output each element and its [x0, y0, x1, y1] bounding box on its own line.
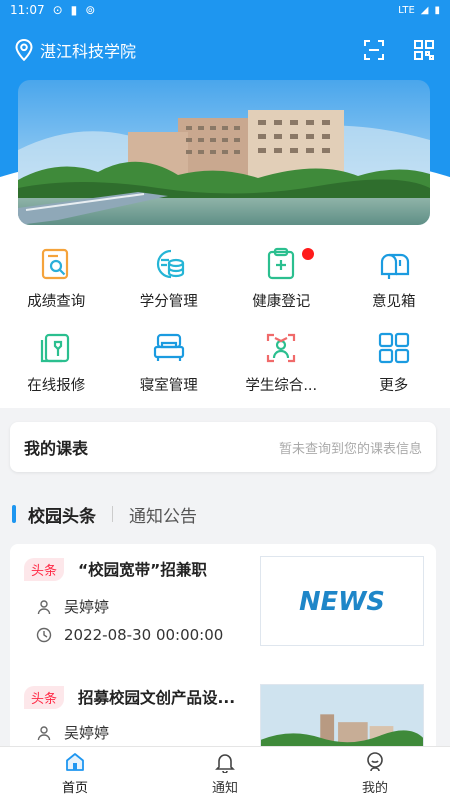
active-tab-indicator — [12, 505, 16, 523]
menu-online-repair[interactable]: 在线报修 — [0, 324, 113, 408]
news-item[interactable]: 头条 “校园宽带”招兼职 吴婷婷 2022-08-30 00:00:00 NEW… — [10, 544, 436, 674]
sync-icon: ⊚ — [85, 3, 96, 17]
nav-label: 首页 — [61, 781, 88, 796]
quick-menu: 成绩查询 学分管理 健康登记 意见箱 在线报修 寝室管理 学生综合... 更多 — [0, 240, 450, 408]
menu-more[interactable]: 更多 — [338, 324, 450, 408]
news-thumbnail: NEWS — [260, 556, 424, 646]
news-author-row: 吴婷婷 — [36, 722, 109, 743]
nav-profile[interactable]: 我的 — [300, 747, 450, 800]
person-icon — [37, 599, 51, 614]
qrcode-icon[interactable] — [412, 38, 436, 62]
menu-label: 意见箱 — [372, 294, 416, 310]
menu-label: 成绩查询 — [27, 294, 86, 310]
news-thumb-text: NEWS — [299, 587, 385, 617]
schedule-title: 我的课表 — [24, 439, 89, 458]
battery-icon: ▮ — [434, 4, 440, 16]
news-author: 吴婷婷 — [64, 724, 110, 742]
grade-search-icon — [42, 248, 69, 280]
news-time-row: 2022-08-30 00:00:00 — [36, 626, 223, 644]
clock-icon — [36, 627, 52, 643]
menu-student-comprehensive[interactable]: 学生综合... — [225, 324, 338, 408]
person-icon — [37, 725, 51, 740]
network-type: LTE — [398, 4, 415, 16]
menu-suggestion-box[interactable]: 意见箱 — [338, 240, 450, 324]
home-icon — [66, 753, 84, 771]
status-bar: 11:07 ⊙ ▮ ⊚ LTE ◢ ▮ — [0, 0, 450, 20]
menu-label: 健康登记 — [252, 294, 311, 310]
campus-banner-image[interactable] — [18, 80, 430, 225]
tab-campus-headlines[interactable]: 校园头条 — [28, 502, 96, 527]
news-time: 2022-08-30 00:00:00 — [64, 626, 224, 644]
student-face-icon — [267, 333, 296, 363]
menu-credit-management[interactable]: 学分管理 — [113, 240, 226, 324]
menu-health-register[interactable]: 健康登记 — [225, 240, 338, 324]
menu-grade-query[interactable]: 成绩查询 — [0, 240, 113, 324]
nav-label: 通知 — [211, 781, 238, 796]
nav-label: 我的 — [361, 781, 388, 796]
news-item[interactable]: 头条 招募校园文创产品设... 吴婷婷 — [10, 672, 436, 748]
bottom-navigation: 首页 通知 我的 — [0, 746, 450, 800]
menu-label: 学生综合... — [245, 378, 318, 394]
app-header: 湛江科技学院 — [0, 30, 450, 70]
menu-label: 学分管理 — [139, 294, 198, 310]
scan-icon[interactable] — [362, 38, 386, 62]
menu-label: 更多 — [379, 378, 409, 394]
location-status-icon: ⊙ — [52, 3, 63, 17]
bed-icon — [153, 333, 184, 361]
headline-tag: 头条 — [24, 558, 65, 581]
nav-notifications[interactable]: 通知 — [150, 747, 300, 800]
repair-icon — [41, 333, 70, 363]
news-thumbnail — [260, 684, 424, 748]
tab-divider — [112, 506, 113, 522]
news-tabs: 校园头条 通知公告 — [0, 492, 450, 536]
credit-coins-icon — [156, 249, 184, 279]
news-list: 头条 “校园宽带”招兼职 吴婷婷 2022-08-30 00:00:00 NEW… — [10, 544, 436, 748]
notification-dot — [302, 248, 314, 260]
headline-tag: 头条 — [24, 686, 65, 709]
bell-icon — [215, 754, 235, 773]
location-icon[interactable] — [14, 38, 34, 62]
school-name[interactable]: 湛江科技学院 — [40, 38, 136, 62]
news-title: “校园宽带”招兼职 — [78, 561, 207, 579]
menu-label: 寝室管理 — [139, 378, 198, 394]
my-schedule-card[interactable]: 我的课表 暂未查询到您的课表信息 — [10, 422, 436, 472]
tab-notices[interactable]: 通知公告 — [129, 502, 197, 527]
mailbox-icon — [380, 253, 409, 279]
news-title: 招募校园文创产品设... — [78, 689, 236, 707]
menu-label: 在线报修 — [27, 378, 86, 394]
profile-icon — [367, 752, 383, 772]
menu-dormitory-management[interactable]: 寝室管理 — [113, 324, 226, 408]
news-author-row: 吴婷婷 — [36, 596, 109, 617]
nav-home[interactable]: 首页 — [0, 747, 150, 800]
status-time: 11:07 — [10, 3, 45, 17]
health-clipboard-icon — [268, 247, 295, 280]
schedule-empty-text: 暂未查询到您的课表信息 — [278, 441, 422, 457]
grid-more-icon — [378, 332, 409, 364]
signal-icon: ◢ — [420, 4, 429, 16]
sim-card-icon: ▮ — [70, 3, 78, 17]
news-author: 吴婷婷 — [64, 598, 110, 616]
